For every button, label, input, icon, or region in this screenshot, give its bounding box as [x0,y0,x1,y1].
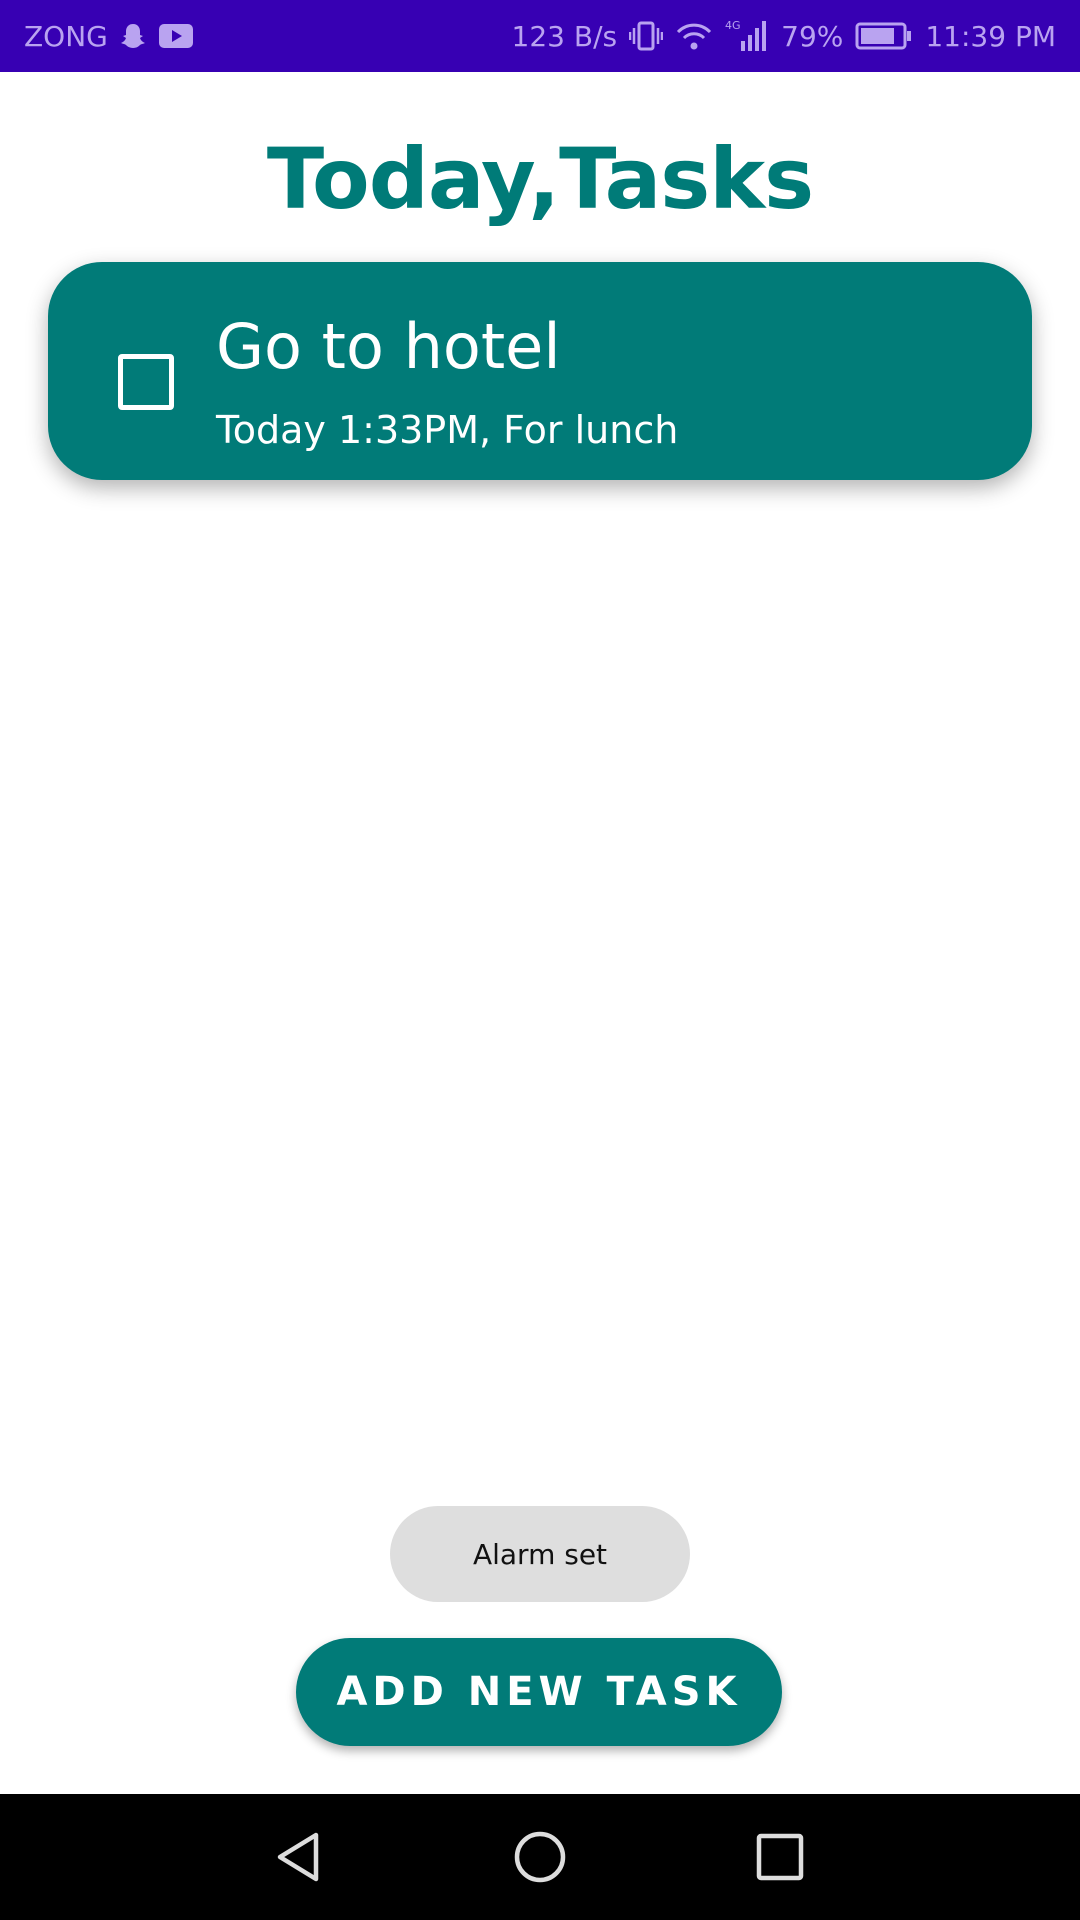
battery-icon [855,21,913,51]
youtube-icon [158,22,194,50]
wifi-icon [675,20,713,52]
recents-icon [756,1833,804,1881]
network-type-label: 4G [725,19,741,32]
carrier-label: ZONG [24,19,108,53]
status-bar: ZONG 123 B/s 4G 79% 11:39 PM [0,0,1080,72]
home-button[interactable] [480,1794,600,1920]
add-new-task-button[interactable]: ADD NEW TASK [296,1638,782,1746]
home-icon [514,1831,566,1883]
status-right: 123 B/s 4G 79% 11:39 PM [512,19,1056,53]
page-title: Today,Tasks [266,130,814,228]
back-icon [277,1832,319,1882]
net-speed: 123 B/s [511,19,618,53]
toast-message: Alarm set [390,1506,690,1602]
navigation-bar [0,1794,1080,1920]
task-subtitle: Today 1:33PM, For lunch [216,408,679,452]
status-left: ZONG [24,20,194,53]
task-list: Go to hotel Today 1:33PM, For lunch [0,238,1080,504]
back-button[interactable] [240,1794,360,1920]
snapchat-icon [118,21,148,51]
signal-icon: 4G [725,19,769,53]
task-title: Go to hotel [216,310,561,383]
clock: 11:39 PM [925,19,1056,53]
recents-button[interactable] [720,1794,840,1920]
task-card[interactable]: Go to hotel Today 1:33PM, For lunch [48,262,1032,480]
task-checkbox[interactable] [118,354,174,410]
screen: ZONG 123 B/s 4G 79% 11:39 PM Today,Tasks… [0,0,1080,1920]
battery-percent: 79% [781,19,844,53]
vibrate-icon [629,20,664,52]
